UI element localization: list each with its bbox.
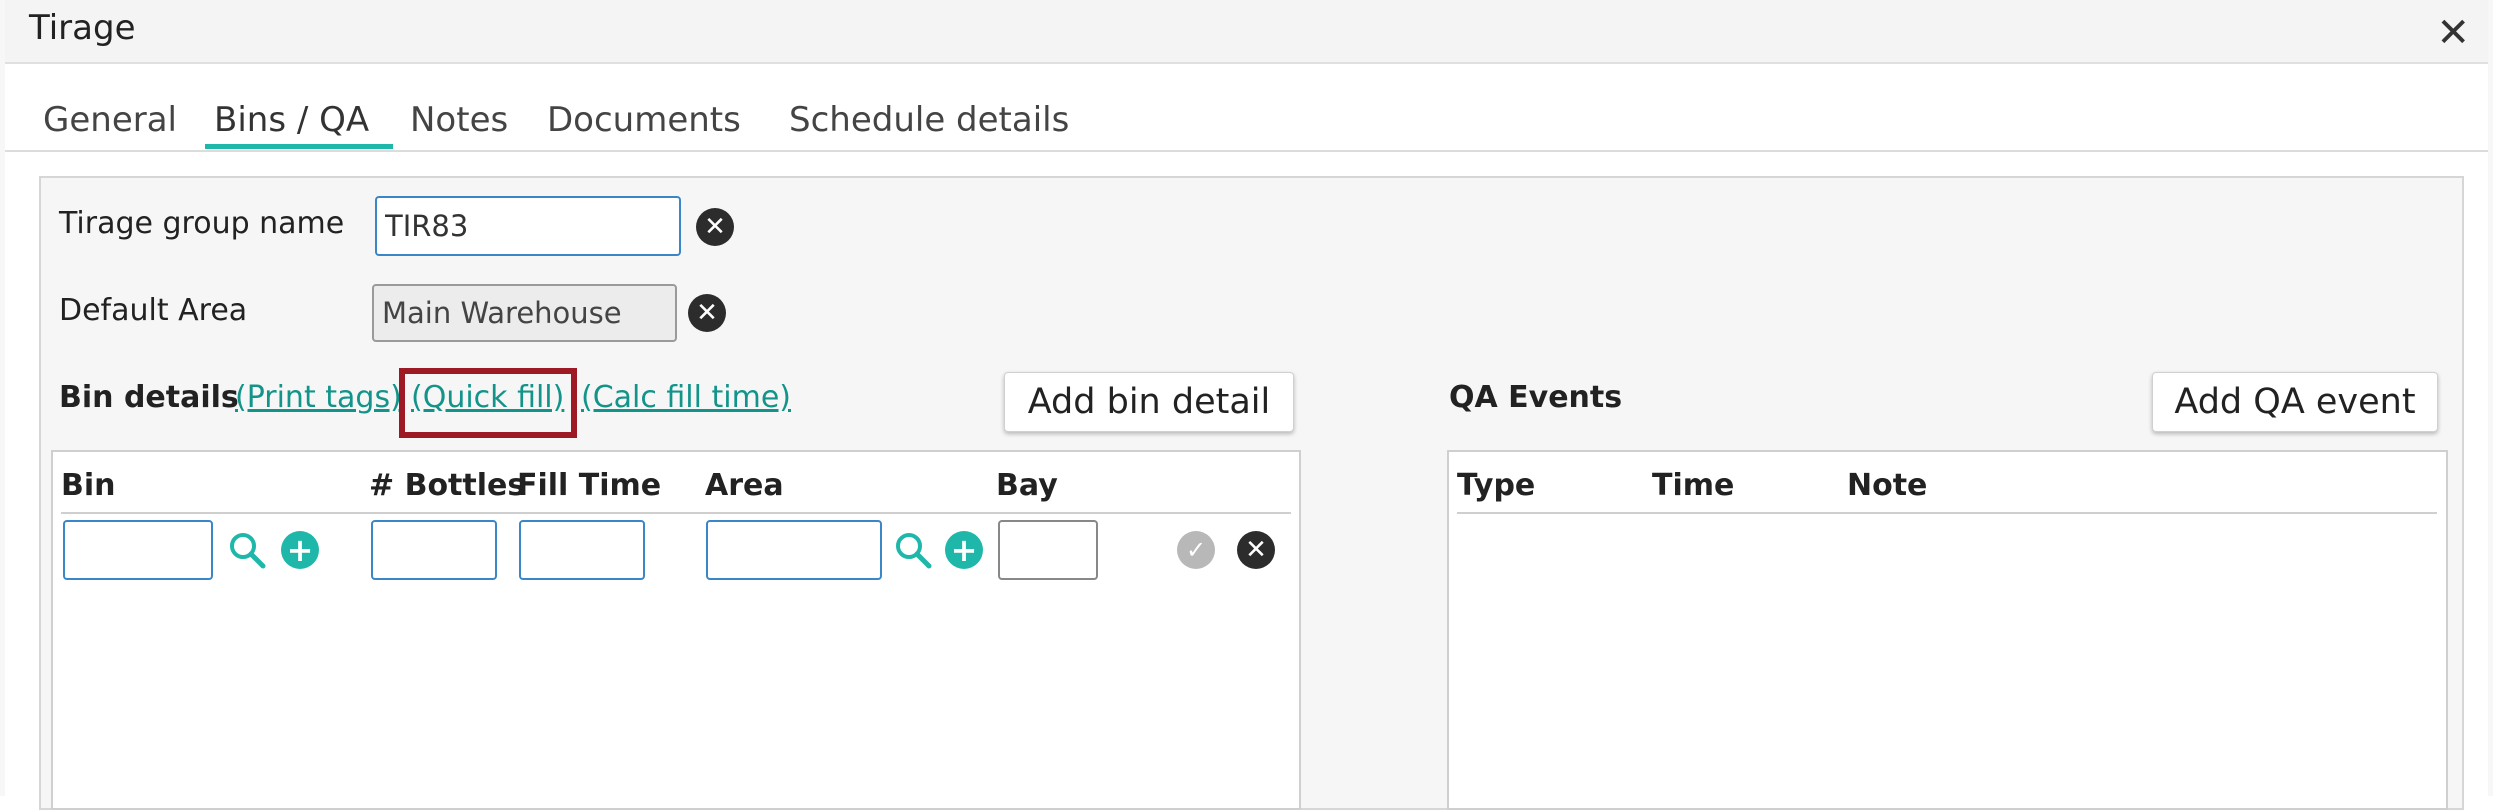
close-icon[interactable]: ✕ (2436, 10, 2470, 56)
bin-input[interactable] (63, 520, 213, 580)
col-type: Type (1457, 468, 1536, 503)
search-bin-icon[interactable] (227, 530, 267, 570)
group-name-input[interactable] (375, 196, 681, 256)
tirage-dialog: Tirage ✕ General Bins / QA Notes Documen… (0, 0, 2493, 810)
print-tags-link[interactable]: (Print tags) (235, 380, 402, 415)
tab-content: Tirage group name ✕ Default Area ✕ Bin d… (5, 152, 2488, 810)
group-name-label: Tirage group name (59, 206, 345, 241)
area-input[interactable] (706, 520, 882, 580)
tab-bar: General Bins / QA Notes Documents Schedu… (5, 64, 2488, 152)
tab-general[interactable]: General (43, 100, 177, 140)
tab-schedule-details[interactable]: Schedule details (789, 100, 1069, 140)
dialog-title: Tirage (29, 8, 136, 48)
bay-input[interactable] (998, 520, 1098, 580)
active-tab-indicator (205, 144, 393, 149)
fill-time-input[interactable] (519, 520, 645, 580)
col-note: Note (1847, 468, 1928, 503)
clear-row-icon[interactable]: ✕ (1237, 531, 1275, 569)
clear-default-area-icon[interactable]: ✕ (688, 294, 726, 332)
search-area-icon[interactable] (893, 530, 933, 570)
bottles-input[interactable] (371, 520, 497, 580)
add-area-icon[interactable]: + (945, 531, 983, 569)
col-bin: Bin (61, 468, 116, 503)
confirm-row-icon[interactable]: ✓ (1177, 531, 1215, 569)
tab-notes[interactable]: Notes (410, 100, 508, 140)
qa-events-table: Type Time Note (1447, 450, 2448, 810)
title-bar: Tirage ✕ (5, 0, 2488, 64)
quick-fill-highlight (399, 368, 577, 438)
col-bay: Bay (996, 468, 1058, 503)
bin-details-table: Bin # Bottles Fill Time Area Bay + + ✓ ✕ (51, 450, 1301, 810)
header-divider (61, 512, 1291, 514)
add-bin-detail-button[interactable]: Add bin detail (1004, 372, 1294, 432)
add-bin-icon[interactable]: + (281, 531, 319, 569)
add-qa-event-button[interactable]: Add QA event (2152, 372, 2438, 432)
col-bottles: # Bottles (369, 468, 526, 503)
col-time: Time (1652, 468, 1735, 503)
col-area: Area (705, 468, 784, 503)
clear-group-name-icon[interactable]: ✕ (696, 208, 734, 246)
bins-qa-panel: Tirage group name ✕ Default Area ✕ Bin d… (39, 176, 2464, 810)
default-area-label: Default Area (59, 293, 248, 328)
header-divider (1457, 512, 2437, 514)
default-area-input[interactable] (372, 284, 677, 342)
calc-fill-time-link[interactable]: (Calc fill time) (581, 380, 791, 415)
col-fill-time: Fill Time (517, 468, 662, 503)
bin-details-title: Bin details (59, 380, 239, 415)
tab-bins-qa[interactable]: Bins / QA (214, 100, 369, 140)
qa-events-title: QA Events (1449, 380, 1623, 415)
tab-documents[interactable]: Documents (547, 100, 741, 140)
